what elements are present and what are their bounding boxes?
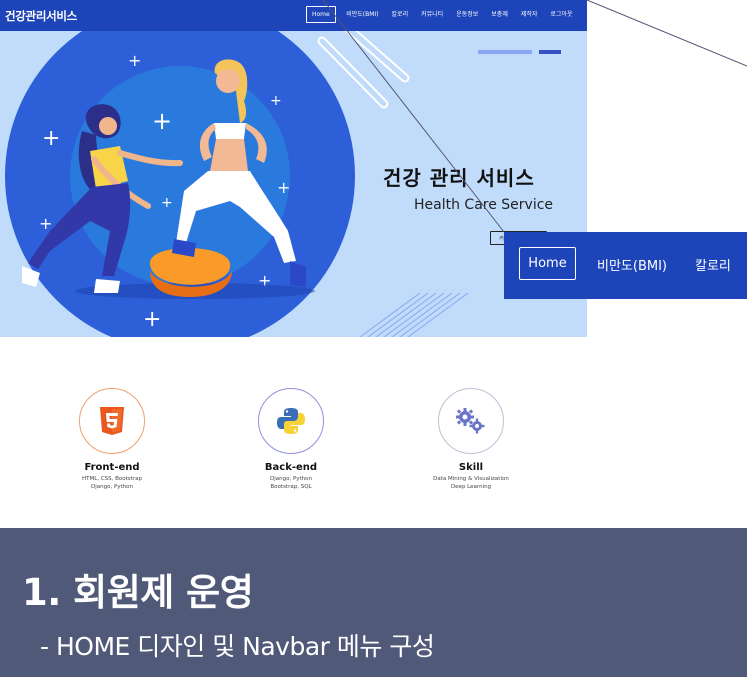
feature-backend: Back-end Django, Python Bootstrap, SQL — [231, 388, 351, 491]
feature-desc-line1: Data Mining & Visualization — [433, 476, 509, 482]
hero-section: + + + + + + + + + 건강 관리 서비스 Health Care … — [0, 31, 587, 337]
nav-item-community[interactable]: 커뮤니티 — [415, 7, 450, 22]
zoom-nav-calorie[interactable]: 칼로리 — [695, 255, 731, 274]
zoom-nav-bmi[interactable]: 비만도(BMI) — [597, 255, 667, 274]
nav-menu: Home 비만도(BMI) 칼로리 커뮤니티 운동정보 보충제 제작자 로그아웃 — [306, 6, 579, 23]
deco-hatch — [359, 292, 469, 337]
feature-title: Back-end — [264, 462, 318, 473]
python-icon — [258, 388, 324, 454]
feature-desc-line2: Django, Python — [90, 484, 134, 490]
feature-desc-line2: Bootstrap, SQL — [270, 484, 312, 490]
brand-logo[interactable]: 건강관리서비스 — [5, 8, 77, 24]
svg-text:+: + — [277, 178, 290, 197]
feature-desc-line1: HTML, CSS, Bootstrap — [82, 476, 142, 482]
hero-title: 건강 관리 서비스 — [383, 166, 535, 190]
feature-frontend: Front-end HTML, CSS, Bootstrap Django, P… — [52, 388, 172, 491]
svg-text:+: + — [161, 195, 173, 211]
caption-subheading: - HOME 디자인 및 Navbar 메뉴 구성 — [40, 632, 435, 661]
svg-text:+: + — [270, 93, 282, 109]
zoom-nav-home[interactable]: Home — [519, 247, 576, 280]
nav-item-exercise[interactable]: 운동정보 — [450, 7, 485, 22]
html5-icon — [79, 388, 145, 454]
slide-caption: 1. 회원제 운영 - HOME 디자인 및 Navbar 메뉴 구성 — [0, 528, 747, 677]
svg-text:+: + — [128, 51, 141, 70]
svg-text:+: + — [143, 307, 161, 332]
feature-title: Front-end — [84, 462, 140, 473]
svg-text:+: + — [42, 126, 60, 151]
nav-item-bmi[interactable]: 비만도(BMI) — [340, 7, 385, 22]
nav-item-logout[interactable]: 로그아웃 — [544, 7, 579, 22]
navbar-zoom-callout: Home 비만도(BMI) 칼로리 — [504, 232, 747, 299]
nav-item-calorie[interactable]: 칼로리 — [385, 7, 415, 22]
feature-title: Skill — [458, 462, 484, 473]
deco-bar-light — [478, 50, 532, 54]
nav-item-supplement[interactable]: 보충제 — [485, 7, 515, 22]
feature-skill: Skill Data Mining & Visualization Deep L… — [411, 388, 531, 491]
deco-bar-dark — [539, 50, 561, 54]
hero-subtitle: Health Care Service — [414, 197, 554, 213]
svg-text:+: + — [152, 107, 172, 135]
nav-item-creator[interactable]: 제작자 — [514, 7, 544, 22]
navbar: 건강관리서비스 Home 비만도(BMI) 칼로리 커뮤니티 운동정보 보충제 … — [0, 0, 587, 31]
feature-desc-line2: Deep Learning — [450, 484, 492, 490]
feature-desc-line1: Django, Python — [269, 476, 313, 482]
caption-heading: 1. 회원제 운영 — [22, 571, 254, 614]
svg-text:+: + — [39, 214, 52, 233]
nav-item-home[interactable]: Home — [306, 6, 336, 23]
gears-icon — [438, 388, 504, 454]
